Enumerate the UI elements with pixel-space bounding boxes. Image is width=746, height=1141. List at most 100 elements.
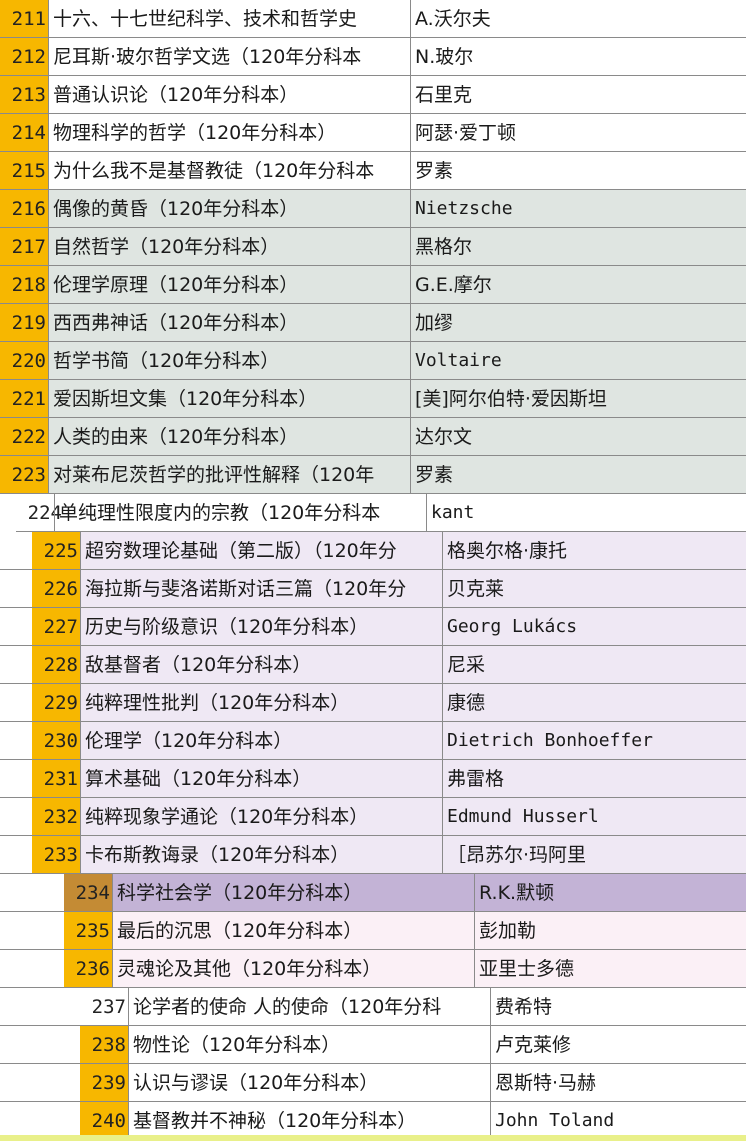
table-row[interactable]: 213 普通认识论（120年分科本） 石里克 bbox=[0, 76, 746, 114]
book-title-cell[interactable]: 算术基础（120年分科本） bbox=[80, 760, 442, 797]
author-cell[interactable]: Edmund Husserl bbox=[442, 798, 746, 835]
author-cell[interactable]: Georg Lukács bbox=[442, 608, 746, 645]
table-row[interactable]: 212 尼耳斯·玻尔哲学文选（120年分科本 N.玻尔 bbox=[0, 38, 746, 76]
book-title-cell[interactable]: 纯粹现象学通论（120年分科本） bbox=[80, 798, 442, 835]
table-row[interactable]: 216 偶像的黄昏（120年分科本） Nietzsche bbox=[0, 190, 746, 228]
row-number: 225 bbox=[32, 532, 80, 569]
author-cell[interactable]: 亚里士多德 bbox=[474, 950, 746, 987]
book-title-cell[interactable]: 自然哲学（120年分科本） bbox=[48, 228, 410, 265]
book-title-cell[interactable]: 科学社会学（120年分科本） bbox=[112, 874, 474, 911]
row-number: 216 bbox=[0, 190, 48, 227]
table-row[interactable]: 226 海拉斯与斐洛诺斯对话三篇（120年分 贝克莱 bbox=[0, 570, 746, 608]
table-row[interactable]: 220 哲学书简（120年分科本） Voltaire bbox=[0, 342, 746, 380]
book-title-cell[interactable]: 为什么我不是基督教徒（120年分科本 bbox=[48, 152, 410, 189]
row-number: 212 bbox=[0, 38, 48, 75]
book-title-cell[interactable]: 历史与阶级意识（120年分科本） bbox=[80, 608, 442, 645]
author-cell[interactable]: [美]阿尔伯特·爱因斯坦 bbox=[410, 380, 746, 417]
table-row[interactable]: 211 十六、十七世纪科学、技术和哲学史 A.沃尔夫 bbox=[0, 0, 746, 38]
row-number: 233 bbox=[32, 836, 80, 873]
author-cell[interactable]: Dietrich Bonhoeffer bbox=[442, 722, 746, 759]
book-title-cell[interactable]: 海拉斯与斐洛诺斯对话三篇（120年分 bbox=[80, 570, 442, 607]
table-row[interactable]: 224 单纯理性限度内的宗教（120年分科本 kant bbox=[16, 494, 746, 532]
table-row[interactable]: 223 对莱布尼茨哲学的批评性解释（120年 罗素 bbox=[0, 456, 746, 494]
author-cell[interactable]: 黑格尔 bbox=[410, 228, 746, 265]
book-title-cell[interactable]: 论学者的使命 人的使命（120年分科 bbox=[128, 988, 490, 1025]
table-row[interactable]: 239 认识与谬误（120年分科本） 恩斯特·马赫 bbox=[0, 1064, 746, 1102]
book-title-cell[interactable]: 对莱布尼茨哲学的批评性解释（120年 bbox=[48, 456, 410, 493]
author-cell[interactable]: 尼采 bbox=[442, 646, 746, 683]
book-title-cell[interactable]: 超穷数理论基础（第二版）（120年分 bbox=[80, 532, 442, 569]
book-title-cell[interactable]: 爱因斯坦文集（120年分科本） bbox=[48, 380, 410, 417]
author-cell[interactable]: 恩斯特·马赫 bbox=[490, 1064, 746, 1101]
book-title-cell[interactable]: 偶像的黄昏（120年分科本） bbox=[48, 190, 410, 227]
author-cell[interactable]: 格奥尔格·康托 bbox=[442, 532, 746, 569]
author-cell[interactable]: 康德 bbox=[442, 684, 746, 721]
book-title-cell[interactable]: 普通认识论（120年分科本） bbox=[48, 76, 410, 113]
author-cell[interactable]: 卢克莱修 bbox=[490, 1026, 746, 1063]
author-cell[interactable]: 弗雷格 bbox=[442, 760, 746, 797]
table-row[interactable]: 234 科学社会学（120年分科本） R.K.默顿 bbox=[0, 874, 746, 912]
table-row[interactable]: 238 物性论（120年分科本） 卢克莱修 bbox=[0, 1026, 746, 1064]
author-cell[interactable]: A.沃尔夫 bbox=[410, 0, 746, 37]
book-title-cell[interactable]: 卡布斯教诲录（120年分科本） bbox=[80, 836, 442, 873]
author-cell[interactable]: N.玻尔 bbox=[410, 38, 746, 75]
table-row[interactable]: 225 超穷数理论基础（第二版）（120年分 格奥尔格·康托 bbox=[0, 532, 746, 570]
table-row[interactable]: 228 敌基督者（120年分科本） 尼采 bbox=[0, 646, 746, 684]
author-cell[interactable]: 加缪 bbox=[410, 304, 746, 341]
book-title-cell[interactable]: 尼耳斯·玻尔哲学文选（120年分科本 bbox=[48, 38, 410, 75]
book-title-cell[interactable]: 认识与谬误（120年分科本） bbox=[128, 1064, 490, 1101]
author-cell[interactable]: 彭加勒 bbox=[474, 912, 746, 949]
book-title-cell[interactable]: 单纯理性限度内的宗教（120年分科本 bbox=[54, 494, 426, 531]
author-cell[interactable]: 阿瑟·爱丁顿 bbox=[410, 114, 746, 151]
table-row[interactable]: 217 自然哲学（120年分科本） 黑格尔 bbox=[0, 228, 746, 266]
book-title-cell[interactable]: 物理科学的哲学（120年分科本） bbox=[48, 114, 410, 151]
row-number: 235 bbox=[64, 912, 112, 949]
author-cell[interactable]: kant bbox=[426, 494, 746, 531]
row-number: 219 bbox=[0, 304, 48, 341]
table-row[interactable]: 229 纯粹理性批判（120年分科本） 康德 bbox=[0, 684, 746, 722]
table-row[interactable]: 230 伦理学（120年分科本） Dietrich Bonhoeffer bbox=[0, 722, 746, 760]
row-number: 232 bbox=[32, 798, 80, 835]
row-number: 220 bbox=[0, 342, 48, 379]
book-title-cell[interactable]: 人类的由来（120年分科本） bbox=[48, 418, 410, 455]
table-row[interactable]: 232 纯粹现象学通论（120年分科本） Edmund Husserl bbox=[0, 798, 746, 836]
book-title-cell[interactable]: 物性论（120年分科本） bbox=[128, 1026, 490, 1063]
author-cell[interactable]: 罗素 bbox=[410, 152, 746, 189]
book-title-cell[interactable]: 最后的沉思（120年分科本） bbox=[112, 912, 474, 949]
row-number: 227 bbox=[32, 608, 80, 645]
book-title-cell[interactable]: 十六、十七世纪科学、技术和哲学史 bbox=[48, 0, 410, 37]
table-row[interactable]: 237 论学者的使命 人的使命（120年分科 费希特 bbox=[0, 988, 746, 1026]
table-row[interactable]: 214 物理科学的哲学（120年分科本） 阿瑟·爱丁顿 bbox=[0, 114, 746, 152]
book-title-cell[interactable]: 敌基督者（120年分科本） bbox=[80, 646, 442, 683]
table-row[interactable]: 233 卡布斯教诲录（120年分科本） ［昂苏尔·玛阿里 bbox=[0, 836, 746, 874]
author-cell[interactable]: 贝克莱 bbox=[442, 570, 746, 607]
author-cell[interactable]: Nietzsche bbox=[410, 190, 746, 227]
table-row[interactable]: 227 历史与阶级意识（120年分科本） Georg Lukács bbox=[0, 608, 746, 646]
book-title-cell[interactable]: 哲学书简（120年分科本） bbox=[48, 342, 410, 379]
author-cell[interactable]: ［昂苏尔·玛阿里 bbox=[442, 836, 746, 873]
table-row[interactable]: 236 灵魂论及其他（120年分科本） 亚里士多德 bbox=[0, 950, 746, 988]
row-number: 239 bbox=[80, 1064, 128, 1101]
book-title-cell[interactable]: 伦理学原理（120年分科本） bbox=[48, 266, 410, 303]
author-cell[interactable]: 石里克 bbox=[410, 76, 746, 113]
author-cell[interactable]: Voltaire bbox=[410, 342, 746, 379]
row-number: 231 bbox=[32, 760, 80, 797]
book-title-cell[interactable]: 纯粹理性批判（120年分科本） bbox=[80, 684, 442, 721]
author-cell[interactable]: 费希特 bbox=[490, 988, 746, 1025]
author-cell[interactable]: 达尔文 bbox=[410, 418, 746, 455]
author-cell[interactable]: 罗素 bbox=[410, 456, 746, 493]
row-number: 237 bbox=[80, 988, 128, 1025]
table-row[interactable]: 221 爱因斯坦文集（120年分科本） [美]阿尔伯特·爱因斯坦 bbox=[0, 380, 746, 418]
table-row[interactable]: 215 为什么我不是基督教徒（120年分科本 罗素 bbox=[0, 152, 746, 190]
row-number: 228 bbox=[32, 646, 80, 683]
table-row[interactable]: 231 算术基础（120年分科本） 弗雷格 bbox=[0, 760, 746, 798]
book-title-cell[interactable]: 灵魂论及其他（120年分科本） bbox=[112, 950, 474, 987]
table-row[interactable]: 218 伦理学原理（120年分科本） G.E.摩尔 bbox=[0, 266, 746, 304]
table-row[interactable]: 235 最后的沉思（120年分科本） 彭加勒 bbox=[0, 912, 746, 950]
author-cell[interactable]: G.E.摩尔 bbox=[410, 266, 746, 303]
author-cell[interactable]: R.K.默顿 bbox=[474, 874, 746, 911]
book-title-cell[interactable]: 伦理学（120年分科本） bbox=[80, 722, 442, 759]
book-title-cell[interactable]: 西西弗神话（120年分科本） bbox=[48, 304, 410, 341]
table-row[interactable]: 219 西西弗神话（120年分科本） 加缪 bbox=[0, 304, 746, 342]
table-row[interactable]: 222 人类的由来（120年分科本） 达尔文 bbox=[0, 418, 746, 456]
